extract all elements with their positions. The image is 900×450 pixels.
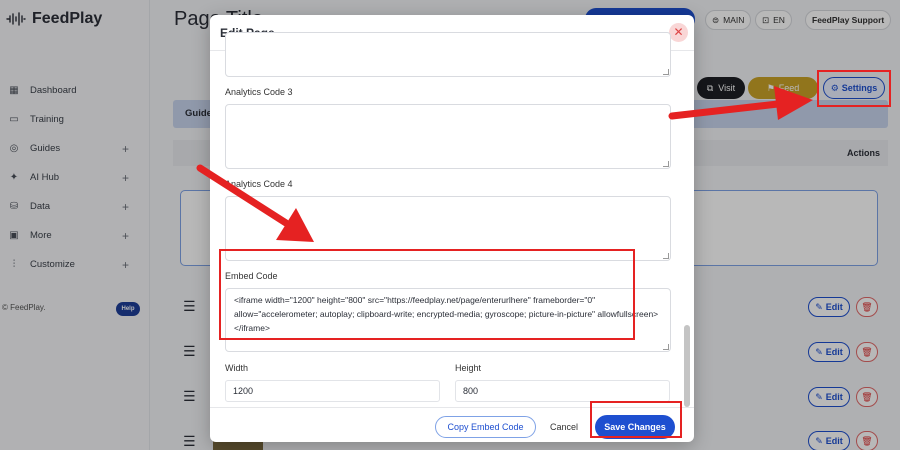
close-icon[interactable]: ✕ bbox=[669, 23, 688, 42]
analytics-code-3-field[interactable] bbox=[225, 104, 671, 169]
cancel-button[interactable]: Cancel bbox=[544, 416, 584, 438]
resize-handle-icon[interactable] bbox=[663, 69, 669, 75]
width-input[interactable]: 1200 bbox=[225, 380, 440, 402]
settings-highlight-box bbox=[817, 70, 891, 107]
modal-body: Analytics Code 3 Analytics Code 4 Embed … bbox=[210, 32, 694, 407]
analytics-code-3-label: Analytics Code 3 bbox=[225, 87, 293, 97]
resize-handle-icon[interactable] bbox=[663, 161, 669, 167]
height-input[interactable]: 800 bbox=[455, 380, 670, 402]
analytics-code-2-field[interactable] bbox=[225, 32, 671, 77]
modal-scrollbar-thumb[interactable] bbox=[684, 325, 690, 407]
resize-handle-icon[interactable] bbox=[663, 253, 669, 259]
height-label: Height bbox=[455, 363, 482, 373]
save-changes-highlight-box bbox=[590, 401, 682, 438]
embed-code-highlight-box bbox=[219, 249, 635, 340]
edit-page-modal: Edit Page ✕ Analytics Code 3 Analytics C… bbox=[210, 15, 694, 442]
analytics-code-4-label: Analytics Code 4 bbox=[225, 179, 293, 189]
width-label: Width bbox=[225, 363, 249, 373]
resize-handle-icon[interactable] bbox=[663, 344, 669, 350]
copy-embed-code-button[interactable]: Copy Embed Code bbox=[435, 416, 536, 438]
